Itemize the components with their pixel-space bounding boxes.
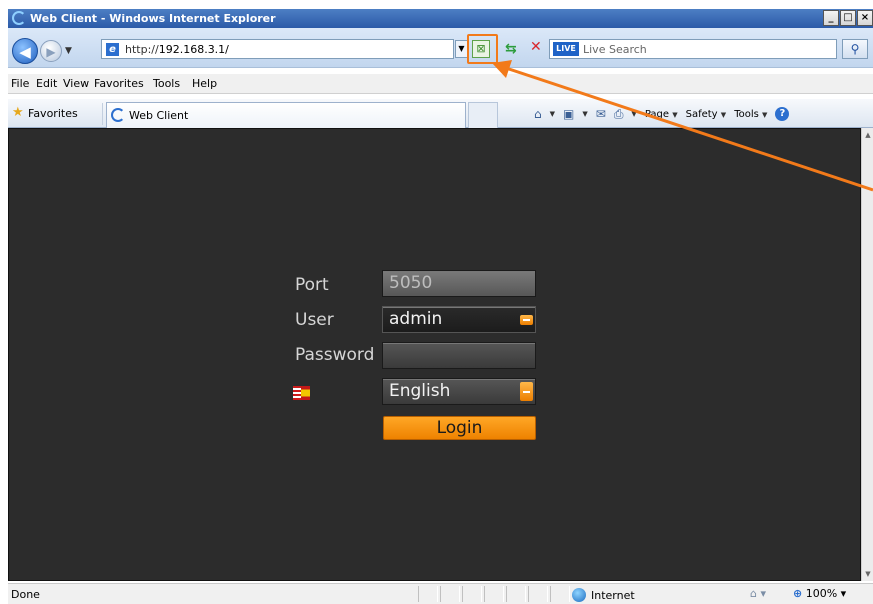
close-button[interactable]: ×	[857, 10, 873, 26]
language-dropdown-icon[interactable]	[520, 382, 533, 401]
status-cell	[550, 586, 570, 602]
password-label: Password	[295, 345, 375, 365]
status-cell	[528, 586, 548, 602]
status-cell	[462, 586, 482, 602]
zoom-control[interactable]: ⊕ 100% ▾	[793, 587, 846, 600]
stop-icon[interactable]: ✕	[530, 39, 542, 55]
ie-logo-icon	[12, 11, 26, 25]
home-dropdown[interactable]: ▼	[550, 110, 555, 118]
search-icon[interactable]: ⚲	[842, 39, 868, 59]
zoom-icon: ⊕	[793, 587, 803, 600]
feeds-icon[interactable]: ▣	[563, 107, 574, 121]
maximize-button[interactable]: □	[840, 10, 856, 26]
user-label: User	[295, 310, 334, 330]
mail-icon[interactable]: ✉	[596, 107, 606, 121]
status-bar: Done Internet ⌂ ▾ ⊕ 100% ▾	[8, 583, 873, 604]
print-dropdown[interactable]: ▼	[631, 110, 636, 118]
scroll-down-icon[interactable]: ▼	[863, 568, 873, 580]
internet-zone-icon	[572, 588, 586, 602]
status-text: Done	[11, 588, 40, 601]
favorites-star-icon[interactable]: ★	[12, 105, 24, 120]
menu-file[interactable]: File	[11, 77, 29, 90]
menu-view[interactable]: View	[63, 77, 89, 90]
home-icon[interactable]: ⌂	[534, 107, 542, 121]
language-flag-icon	[293, 386, 310, 400]
scroll-up-icon[interactable]: ▲	[863, 129, 873, 141]
minimize-button[interactable]: _	[823, 10, 839, 26]
favorites-button[interactable]: Favorites	[28, 107, 78, 120]
title-bar: Web Client - Windows Internet Explorer _…	[8, 9, 873, 28]
menu-tools[interactable]: Tools	[153, 77, 180, 90]
safety-menu[interactable]: Safety ▼	[686, 109, 727, 120]
window-title: Web Client - Windows Internet Explorer	[30, 12, 276, 25]
status-cell	[440, 586, 460, 602]
tab-label: Web Client	[129, 109, 189, 122]
menu-edit[interactable]: Edit	[36, 77, 57, 90]
zone-label: Internet	[591, 588, 635, 602]
live-search-logo: LIVE	[553, 42, 579, 56]
status-cell	[418, 586, 438, 602]
user-value: admin	[389, 309, 443, 329]
search-box[interactable]: LIVE Live Search	[549, 39, 837, 59]
port-label: Port	[295, 275, 329, 295]
help-icon[interactable]: ?	[775, 107, 790, 121]
tab-web-client[interactable]: Web Client	[106, 102, 466, 128]
language-value: English	[389, 381, 451, 401]
compatibility-highlight-box	[467, 34, 498, 64]
language-select[interactable]: English	[382, 378, 536, 405]
tab-ie-icon	[111, 108, 125, 122]
status-cell	[506, 586, 526, 602]
menu-favorites[interactable]: Favorites	[94, 77, 144, 90]
divider	[102, 103, 103, 125]
user-select[interactable]: admin	[382, 306, 536, 333]
new-tab-button[interactable]	[468, 102, 498, 128]
feeds-dropdown[interactable]: ▼	[582, 110, 587, 118]
page-icon: e	[106, 43, 119, 56]
password-input[interactable]	[382, 342, 536, 369]
vertical-scrollbar[interactable]: ▲ ▼	[861, 128, 873, 581]
forward-icon[interactable]: ▶	[40, 40, 62, 62]
recent-pages-dropdown[interactable]: ▼	[65, 46, 72, 56]
command-bar: ⌂ ▼ ▣ ▼ ✉ ⎙ ▼ Page ▼ Safety ▼ Tools ▼ ?	[534, 105, 790, 123]
protected-mode-icon[interactable]: ⌂ ▾	[750, 587, 766, 600]
back-icon[interactable]: ◀	[12, 38, 38, 64]
menu-help[interactable]: Help	[192, 77, 217, 90]
favorites-bar: ★ Favorites Web Client ⌂ ▼ ▣ ▼ ✉ ⎙ ▼ Page ▼…	[8, 99, 873, 128]
login-button[interactable]: Login	[383, 416, 536, 440]
navigation-bar: ◀ ▶ ▼ e http://192.168.3.1/ ▼ ⊠ ⇆ ✕ LIVE…	[8, 28, 873, 68]
refresh-icon[interactable]: ⇆	[505, 41, 517, 57]
user-dropdown-icon[interactable]	[520, 315, 533, 325]
page-menu[interactable]: Page ▼	[645, 109, 678, 120]
port-input[interactable]: 5050	[382, 270, 536, 297]
status-cell	[484, 586, 504, 602]
address-bar[interactable]: e http://192.168.3.1/	[101, 39, 454, 59]
print-icon[interactable]: ⎙	[614, 107, 624, 122]
tools-menu[interactable]: Tools ▼	[734, 109, 767, 120]
address-url[interactable]: http://192.168.3.1/	[125, 43, 229, 56]
security-zone[interactable]: Internet	[572, 587, 635, 603]
menu-bar: File Edit View Favorites Tools Help	[8, 74, 873, 94]
window-controls: _ □ ×	[823, 10, 873, 26]
search-placeholder: Live Search	[583, 43, 647, 56]
